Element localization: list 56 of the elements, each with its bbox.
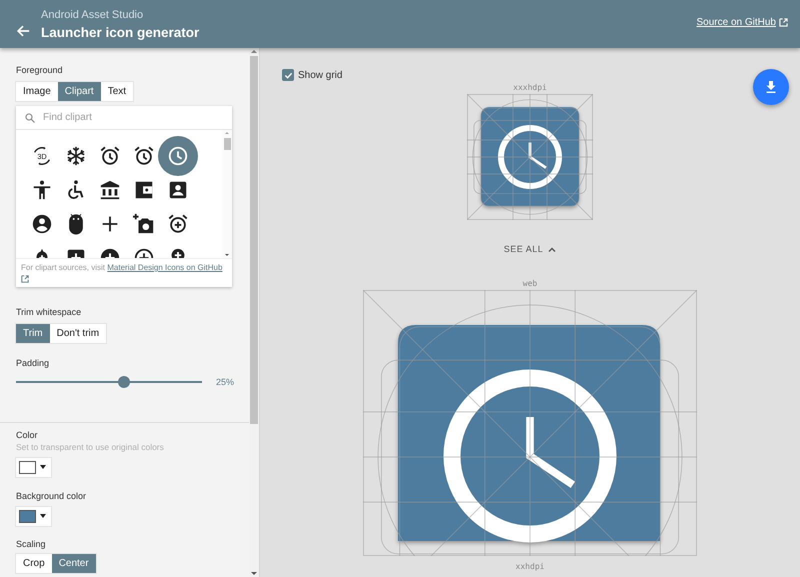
back-arrow-icon[interactable] xyxy=(16,24,30,38)
section-label: Padding xyxy=(16,358,50,368)
checkbox-label: Show grid xyxy=(298,70,342,80)
slider-thumb[interactable] xyxy=(118,376,130,388)
clipart-option[interactable]: 3D xyxy=(25,139,59,173)
section-label: Foreground xyxy=(16,65,64,75)
download-button[interactable] xyxy=(753,69,789,105)
scroll-down-arrow-icon[interactable] xyxy=(224,252,230,258)
scroll-down-arrow-icon[interactable] xyxy=(251,571,257,577)
search-icon xyxy=(25,112,35,122)
account-circle-icon xyxy=(31,213,53,235)
padding-slider[interactable] xyxy=(16,376,202,388)
see-all-button[interactable]: SEE ALL xyxy=(500,242,560,256)
scrollbar-thumb[interactable] xyxy=(250,56,258,424)
source-link[interactable]: Source on GitHub xyxy=(696,16,788,28)
section-label: Trim whitespace xyxy=(16,306,82,317)
alarm-clock-icon xyxy=(133,145,155,167)
wallet-icon xyxy=(133,179,155,201)
account-box-icon xyxy=(167,179,189,201)
clipart-sources-note: For clipart sources, visit Material Design Icons on GitHub xyxy=(16,258,232,287)
color-picker[interactable] xyxy=(16,458,51,477)
clipart-option[interactable] xyxy=(158,136,198,176)
hint-text: Set to transparent to use original colors xyxy=(16,442,165,452)
download-icon xyxy=(765,81,777,93)
toggle-option[interactable]: Trim xyxy=(16,324,50,343)
section-label: Color xyxy=(16,430,39,440)
chevron-up-icon xyxy=(548,246,556,252)
toggle-option[interactable]: Center xyxy=(52,554,96,573)
page-title: Launcher icon generator xyxy=(41,24,200,40)
icon-label: 3D xyxy=(37,152,47,161)
density-label: xxhdpi xyxy=(516,562,544,573)
padding-value: 25% xyxy=(216,376,234,387)
material-icons-link[interactable]: Material Design Icons on GitHub xyxy=(107,263,222,272)
external-link-icon[interactable] xyxy=(21,274,29,283)
alarm-add-icon xyxy=(167,213,189,235)
section-label: Background color xyxy=(16,490,88,501)
scrollbar[interactable] xyxy=(249,48,259,577)
caret-icon xyxy=(40,514,46,518)
scroll-up-arrow-icon[interactable] xyxy=(251,48,257,54)
color-picker[interactable] xyxy=(16,506,51,526)
clock-icon xyxy=(167,145,189,167)
density-label: xxxhdpi xyxy=(513,83,547,94)
density-label: web xyxy=(522,279,538,290)
checkbox[interactable] xyxy=(282,69,294,81)
search-field[interactable]: Find clipart xyxy=(43,108,213,128)
scrollbar-thumb[interactable] xyxy=(224,138,230,150)
alarm-clock-icon xyxy=(99,145,121,167)
add-photo-icon xyxy=(133,213,155,235)
section-label: Scaling xyxy=(16,538,47,549)
snowflake-icon xyxy=(65,145,87,167)
app-subtitle: Android Asset Studio xyxy=(41,8,144,20)
scrollbar[interactable] xyxy=(222,130,232,258)
tab[interactable]: Clipart xyxy=(58,82,101,101)
caret-icon xyxy=(40,465,46,470)
person-icon xyxy=(31,179,53,201)
bank-icon xyxy=(99,179,121,201)
